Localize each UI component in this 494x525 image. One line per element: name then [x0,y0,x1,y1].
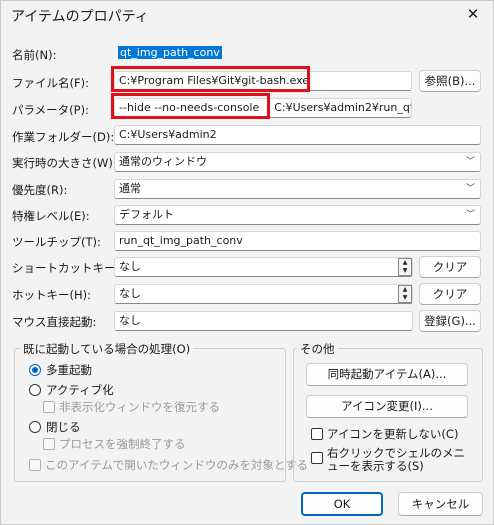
hotkey-label: ホットキー(H): [12,288,91,302]
shortcut-spinner[interactable]: ▲ ▼ [398,258,412,276]
only-this-checkbox[interactable] [29,459,41,471]
right-click-shell-label: 右クリックでシェルのメニューを表示する(S) [327,446,465,473]
only-this-label: このアイテムで開いたウィンドウのみを対象とする [45,458,309,472]
spin-up-icon[interactable]: ▲ [399,286,411,294]
other-title: その他 [297,341,338,357]
runsize-dropdown[interactable]: 通常のウィンドウ ﹀ [114,152,481,172]
name-value: qt_img_path_conv [118,46,222,59]
priority-dropdown[interactable]: 通常 ﹀ [114,179,481,199]
restore-hidden-label: 非表示化ウィンドウを復元する [59,400,220,414]
mouse-field[interactable]: なし [114,311,413,331]
spin-down-icon[interactable]: ▼ [399,294,411,302]
privilege-dropdown[interactable]: デフォルト ﹀ [114,205,481,225]
dialog-title: アイテムのプロパティ [11,9,149,25]
chevron-down-icon: ﹀ [465,210,475,220]
filename-highlight-box [111,66,310,92]
already-running-title: 既に起動している場合の処理(O) [20,341,194,357]
params-rest-value: C:¥Users¥admin2¥run_qt_im [274,101,411,114]
params-label: パラメータ(P): [12,103,89,117]
properties-dialog: アイテムのプロパティ ✕ 名前(N): qt_img_path_conv ファイ… [0,0,494,525]
activate-radio[interactable] [29,384,41,396]
hotkey-field[interactable]: なし [114,284,413,304]
shortcut-clear-button[interactable]: クリア [419,256,481,278]
chevron-down-icon: ﹀ [465,184,475,194]
chevron-down-icon: ﹀ [465,157,475,167]
close-icon[interactable]: ✕ [463,4,483,24]
spin-up-icon[interactable]: ▲ [399,259,411,267]
runsize-value: 通常のウィンドウ [119,155,207,168]
close-radio[interactable] [29,421,41,433]
force-terminate-label: プロセスを強制終了する [59,437,186,451]
shortcut-field[interactable]: なし [114,257,413,277]
no-icon-update-label: アイコンを更新しない(C) [327,427,459,441]
priority-label: 優先度(R): [12,183,68,197]
params-highlight-box [111,93,270,119]
filename-label: ファイル名(F): [12,76,89,90]
mouse-label: マウス直接起動: [12,315,97,329]
ok-button[interactable]: OK [301,492,383,516]
icon-change-button[interactable]: アイコン変更(I)... [306,395,468,418]
workdir-label: 作業フォルダー(D): [12,130,115,144]
activate-label: アクティブ化 [46,383,114,397]
force-terminate-checkbox[interactable] [43,438,55,450]
priority-value: 通常 [119,182,141,195]
no-icon-update-checkbox[interactable] [311,428,323,440]
tooltip-field[interactable]: run_qt_img_path_conv [114,231,481,251]
restore-hidden-checkbox[interactable] [43,401,55,413]
name-field[interactable]: qt_img_path_conv [114,44,480,64]
browse-button[interactable]: 参照(B)... [419,70,481,92]
name-label: 名前(N): [12,48,57,62]
right-click-shell-checkbox[interactable] [311,452,323,464]
hotkey-spinner[interactable]: ▲ ▼ [398,285,412,303]
workdir-field[interactable]: C:¥Users¥admin2 [114,125,481,145]
multi-launch-radio[interactable] [29,364,41,376]
spin-down-icon[interactable]: ▼ [399,267,411,275]
cancel-button[interactable]: キャンセル [398,492,483,516]
hotkey-clear-button[interactable]: クリア [419,283,481,305]
tooltip-label: ツールチップ(T): [12,235,101,249]
simultaneous-items-button[interactable]: 同時起動アイテム(A)... [306,363,468,386]
privilege-value: デフォルト [119,208,174,221]
runsize-label: 実行時の大きさ(W): [12,156,117,170]
close-label: 閉じる [46,420,81,434]
privilege-label: 特権レベル(E): [12,209,90,223]
multi-launch-label: 多重起動 [46,363,92,377]
mouse-register-button[interactable]: 登録(G)... [419,310,481,332]
